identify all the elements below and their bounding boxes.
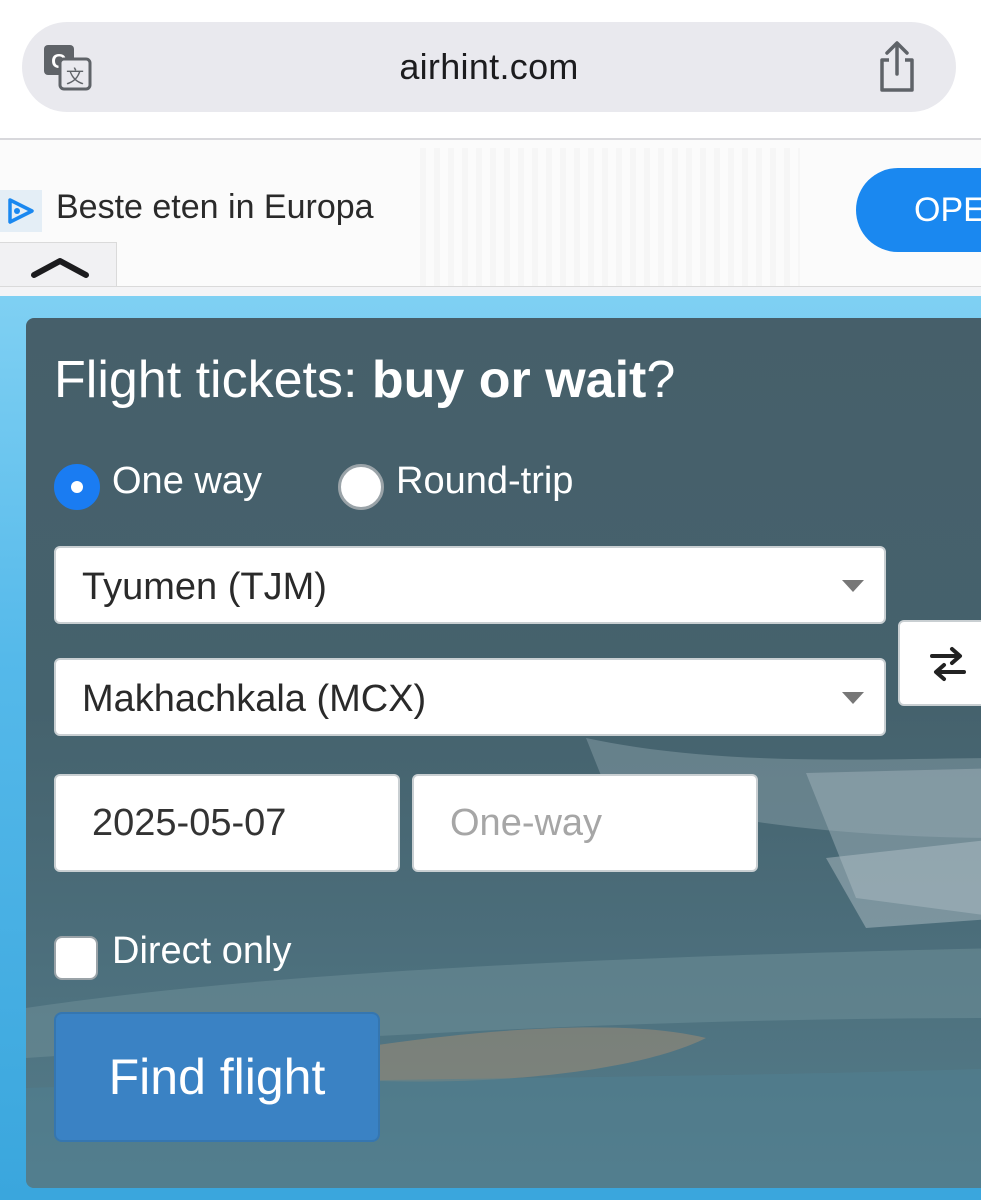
ad-banner[interactable]: Beste eten in Europa OPE [0,140,981,296]
direct-only-checkbox[interactable] [54,936,98,980]
radio-round-trip-label[interactable]: Round-trip [396,460,573,503]
chevron-up-icon [31,258,89,278]
title-end: ? [646,351,676,409]
find-flight-button[interactable]: Find flight [54,1012,380,1142]
destination-select[interactable]: Makhachkala (MCX) [54,658,886,736]
direct-only-label[interactable]: Direct only [112,930,292,973]
radio-one-way[interactable] [54,464,100,510]
title-bold: buy or wait [371,351,647,409]
address-bar[interactable]: G 文 airhint.com [22,22,956,112]
ad-divider [0,286,981,296]
search-card: Flight tickets: buy or wait? One way Rou… [26,318,981,1188]
ad-open-button[interactable]: OPE [856,168,981,252]
chevron-down-icon [842,692,864,704]
chevron-down-icon [842,580,864,592]
share-icon[interactable] [874,40,920,94]
origin-value: Tyumen (TJM) [82,566,327,608]
swap-arrows-icon [930,647,966,681]
hero-section: Flight tickets: buy or wait? One way Rou… [0,296,981,1200]
ad-collapse-button[interactable] [0,242,117,289]
origin-select[interactable]: Tyumen (TJM) [54,546,886,624]
return-date-input[interactable]: One-way [412,774,758,872]
radio-round-trip[interactable] [338,464,384,510]
title-regular: Flight tickets: [54,351,372,409]
ad-background-image [420,148,800,288]
ad-headline[interactable]: Beste eten in Europa [56,188,374,227]
radio-one-way-label[interactable]: One way [112,460,262,503]
destination-value: Makhachkala (MCX) [82,678,427,720]
page-title: Flight tickets: buy or wait? [54,350,675,410]
depart-date-input[interactable]: 2025-05-07 [54,774,400,872]
browser-toolbar: G 文 airhint.com [0,0,981,140]
ad-choices-icon[interactable] [0,190,42,232]
swap-airports-button[interactable] [898,620,981,706]
url-text[interactable]: airhint.com [22,46,956,88]
